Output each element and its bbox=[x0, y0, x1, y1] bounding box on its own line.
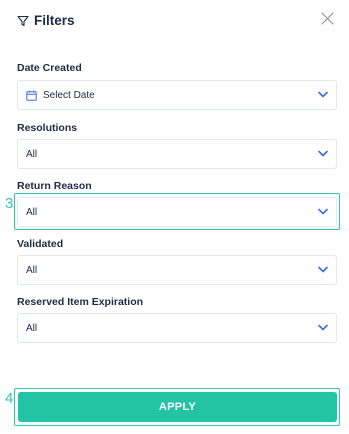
return-reason-label: Return Reason bbox=[17, 180, 92, 192]
filter-icon bbox=[17, 15, 29, 26]
calendar-icon bbox=[26, 90, 37, 101]
reserved-item-expiration-label: Reserved Item Expiration bbox=[17, 296, 144, 308]
date-created-value: Select Date bbox=[43, 89, 95, 101]
resolutions-select[interactable]: All bbox=[17, 139, 337, 169]
chevron-down-icon bbox=[318, 324, 328, 331]
validated-label: Validated bbox=[17, 238, 64, 250]
filters-panel: Filters Date Created Select Date Resolut… bbox=[0, 0, 349, 434]
reserved-item-expiration-select[interactable]: All bbox=[17, 313, 337, 343]
chevron-down-icon bbox=[318, 266, 328, 273]
validated-value: All bbox=[26, 264, 38, 276]
reserved-item-expiration-value: All bbox=[26, 322, 38, 334]
filters-header: Filters bbox=[17, 13, 75, 28]
chevron-down-icon bbox=[318, 208, 328, 215]
annotation-marker-4: 4 bbox=[5, 390, 14, 407]
date-created-label: Date Created bbox=[17, 62, 82, 74]
return-reason-select[interactable]: All bbox=[17, 197, 337, 227]
chevron-down-icon bbox=[318, 91, 328, 98]
date-created-select[interactable]: Select Date bbox=[17, 80, 337, 110]
chevron-down-icon bbox=[318, 150, 328, 157]
annotation-marker-3: 3 bbox=[5, 195, 14, 212]
resolutions-label: Resolutions bbox=[17, 122, 78, 134]
validated-select[interactable]: All bbox=[17, 255, 337, 285]
apply-button[interactable]: APPLY bbox=[18, 392, 337, 422]
return-reason-value: All bbox=[26, 206, 38, 218]
close-icon[interactable] bbox=[320, 11, 335, 26]
page-title: Filters bbox=[34, 13, 75, 28]
resolutions-value: All bbox=[26, 148, 38, 160]
